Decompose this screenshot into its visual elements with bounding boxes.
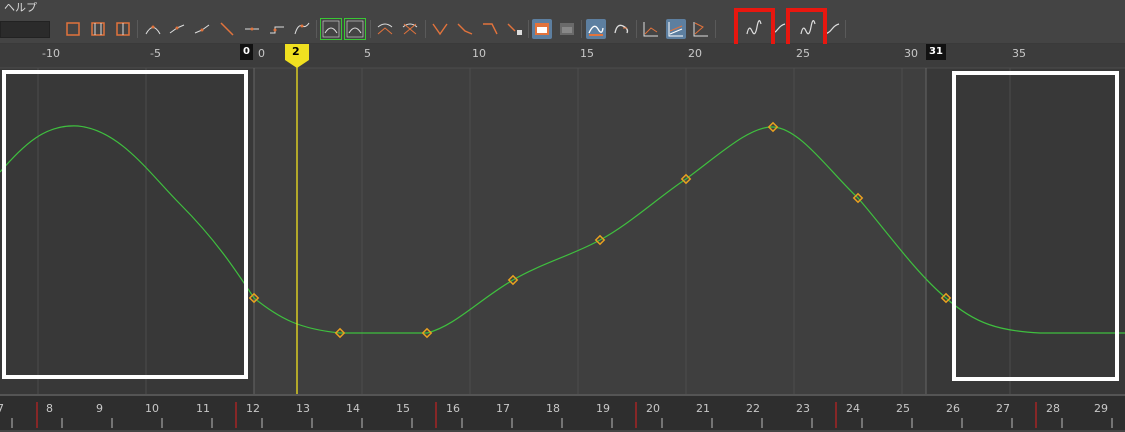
slider-label: 19 [596, 402, 610, 415]
slider-label: 10 [145, 402, 159, 415]
tangent-flat-icon[interactable] [242, 19, 262, 39]
slider-label: 24 [846, 402, 860, 415]
slider-label: 29 [1094, 402, 1108, 415]
slider-label: 9 [96, 402, 103, 415]
pre-infinity-highlight [2, 70, 248, 379]
tangent-stepnext-icon[interactable] [267, 19, 287, 39]
current-frame-label[interactable]: 2 [292, 45, 300, 58]
slider-label: 21 [696, 402, 710, 415]
stack-curves-icon[interactable] [641, 19, 661, 39]
slider-label: 27 [996, 402, 1010, 415]
graph-editor-toolbar [0, 8, 1125, 53]
weighted-tangent-in-icon[interactable] [320, 18, 342, 40]
frame-selection-icon[interactable] [88, 19, 108, 39]
weighted-tangent-out-icon[interactable] [344, 18, 366, 40]
absolute-view-icon[interactable] [666, 19, 686, 39]
slider-label: 18 [546, 402, 560, 415]
slider-label: 13 [296, 402, 310, 415]
tangent-linear-icon[interactable] [167, 19, 187, 39]
frame-playback-icon[interactable] [113, 19, 133, 39]
slider-label: 14 [346, 402, 360, 415]
frame-all-icon[interactable] [63, 19, 83, 39]
tangent-plateau-icon[interactable] [292, 19, 312, 39]
key-stats-icon[interactable] [480, 19, 500, 39]
buffer-curve-snapshot-icon[interactable] [532, 19, 552, 39]
lock-tangent-weight-icon[interactable] [455, 19, 475, 39]
relative-view-icon[interactable] [691, 19, 711, 39]
break-tangents-icon[interactable] [375, 19, 395, 39]
slider-label: 7 [0, 402, 4, 415]
tangent-step-icon[interactable] [217, 19, 237, 39]
frame-field[interactable] [0, 21, 50, 38]
free-tangent-weight-icon[interactable] [430, 19, 450, 39]
lock-key-icon[interactable] [505, 19, 525, 39]
menu-bar: ヘルプ [0, 0, 1125, 16]
slider-label: 15 [396, 402, 410, 415]
slider-label: 12 [246, 402, 260, 415]
swap-buffer-icon[interactable] [557, 19, 577, 39]
post-infinity-highlight [952, 71, 1119, 381]
time-slider[interactable]: 7 8 9 10 11 12 13 14 15 16 17 18 19 20 2… [0, 394, 1125, 430]
slider-label: 22 [746, 402, 760, 415]
unify-tangents-icon[interactable] [400, 19, 420, 39]
graph-view[interactable]: -10 -5 0 5 10 15 20 25 30 35 0 31 2 [0, 44, 1125, 394]
slider-label: 28 [1046, 402, 1060, 415]
slider-label: 16 [446, 402, 460, 415]
slider-label: 25 [896, 402, 910, 415]
slider-label: 20 [646, 402, 660, 415]
slider-label: 11 [196, 402, 210, 415]
tangent-spline-icon[interactable] [143, 19, 163, 39]
tangent-clamped-icon[interactable] [192, 19, 212, 39]
slider-label: 26 [946, 402, 960, 415]
menu-help[interactable]: ヘルプ [0, 1, 37, 14]
slider-label: 8 [46, 402, 53, 415]
slider-label: 23 [796, 402, 810, 415]
normalize-icon[interactable] [586, 19, 606, 39]
slider-label: 17 [496, 402, 510, 415]
denormalize-icon[interactable] [611, 19, 631, 39]
